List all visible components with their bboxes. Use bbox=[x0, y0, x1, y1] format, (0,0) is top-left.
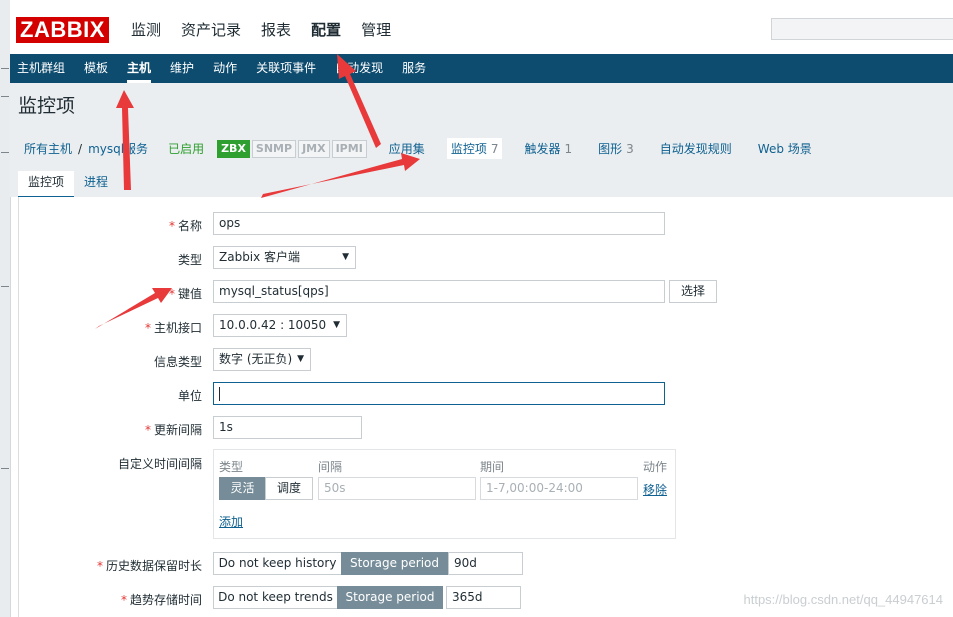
menu-administration[interactable]: 管理 bbox=[361, 20, 391, 40]
interval-input[interactable]: 50s bbox=[318, 477, 476, 500]
jmx-availability-badge: JMX bbox=[298, 139, 330, 158]
units-label: 单位 bbox=[177, 389, 202, 403]
chevron-down-icon: ▼ bbox=[333, 320, 340, 330]
breadcrumb-separator: / bbox=[78, 141, 83, 156]
zabbix-logo[interactable]: ZABBIX bbox=[16, 17, 109, 43]
update-interval-field[interactable]: 1s bbox=[213, 416, 362, 439]
intervals-action-header: 动作 bbox=[643, 460, 668, 474]
ipmi-availability-badge: IPMI bbox=[331, 139, 367, 158]
menu-configuration[interactable]: 配置 bbox=[311, 20, 341, 40]
history-value-field[interactable]: 90d bbox=[448, 552, 523, 575]
form-tab-preprocessing[interactable]: 进程 bbox=[74, 171, 118, 198]
page-header: 监控项 所有主机 / mysql服务 已启用 ZBX SNMP JMX IPMI… bbox=[10, 83, 953, 198]
name-field[interactable]: ops bbox=[213, 212, 665, 235]
period-input[interactable]: 1-7,00:00-24:00 bbox=[480, 477, 638, 500]
key-select-button[interactable]: 选择 bbox=[669, 280, 717, 303]
menu-monitoring[interactable]: 监测 bbox=[131, 20, 161, 40]
key-field[interactable]: mysql_status[qps] bbox=[213, 280, 665, 303]
custom-intervals-table: 类型 间隔 期间 动作 灵活 调度 50s 1-7,00:00-24:00 移除… bbox=[213, 449, 676, 539]
units-field[interactable] bbox=[213, 382, 665, 405]
form-tab-item[interactable]: 监控项 bbox=[18, 171, 75, 198]
watermark: https://blog.csdn.net/qq_44947614 bbox=[743, 592, 944, 607]
item-form: * 名称 ops 类型 Zabbix 客户端 ▼ * 键值 mysql_status[… bbox=[18, 197, 953, 617]
custom-intervals-label: 自定义时间间隔 bbox=[117, 457, 202, 471]
sub-navigation-bar: 主机群组 模板 主机 维护 动作 关联项事件 自动发现 服务 bbox=[10, 54, 953, 83]
submenu-event-correlation[interactable]: 关联项事件 bbox=[256, 61, 316, 76]
menu-inventory[interactable]: 资产记录 bbox=[181, 20, 241, 40]
info-type-select[interactable]: 数字 (无正负) ▼ bbox=[213, 348, 311, 371]
host-status[interactable]: 已启用 bbox=[168, 140, 204, 157]
chevron-down-icon: ▼ bbox=[342, 252, 349, 262]
history-storage-period[interactable]: Storage period bbox=[341, 552, 448, 575]
snmp-availability-badge: SNMP bbox=[251, 139, 297, 158]
submenu-maintenance[interactable]: 维护 bbox=[170, 61, 194, 76]
type-label: 类型 bbox=[177, 253, 202, 267]
search-input[interactable]: ⚲ bbox=[771, 18, 953, 40]
interval-type-flexible[interactable]: 灵活 bbox=[219, 477, 266, 500]
zbx-availability-badge: ZBX bbox=[217, 139, 250, 158]
remove-interval-link[interactable]: 移除 bbox=[643, 481, 667, 498]
all-hosts-link[interactable]: 所有主机 bbox=[24, 140, 72, 157]
tab-applications[interactable]: 应用集 bbox=[385, 138, 429, 159]
submenu-discovery[interactable]: 自动发现 bbox=[335, 61, 383, 76]
host-breadcrumb: 所有主机 / mysql服务 已启用 ZBX SNMP JMX IPMI 应用集… bbox=[24, 138, 834, 159]
main-menu: 监测 资产记录 报表 配置 管理 bbox=[131, 20, 411, 40]
menu-reports[interactable]: 报表 bbox=[261, 20, 291, 40]
host-interface-select[interactable]: 10.0.0.42 : 10050 ▼ bbox=[213, 314, 347, 337]
tab-web-scenarios[interactable]: Web 场景 bbox=[754, 138, 816, 159]
submenu-services[interactable]: 服务 bbox=[402, 61, 426, 76]
submenu-hosts[interactable]: 主机 bbox=[127, 61, 152, 83]
history-label: * 历史数据保留时长 bbox=[96, 559, 202, 573]
tab-triggers[interactable]: 触发器 1 bbox=[520, 138, 576, 159]
page-title: 监控项 bbox=[18, 95, 76, 117]
key-label: * 键值 bbox=[168, 287, 202, 301]
submenu-actions[interactable]: 动作 bbox=[213, 61, 237, 76]
intervals-period-header: 期间 bbox=[480, 460, 505, 474]
host-link[interactable]: mysql服务 bbox=[88, 140, 148, 157]
history-do-not-keep[interactable]: Do not keep history bbox=[213, 552, 342, 575]
tab-discovery-rules[interactable]: 自动发现规则 bbox=[656, 138, 736, 159]
name-label: * 名称 bbox=[168, 219, 202, 233]
add-interval-link[interactable]: 添加 bbox=[219, 513, 243, 530]
form-tabs: 监控项 进程 bbox=[18, 171, 118, 198]
chevron-down-icon: ▼ bbox=[297, 354, 304, 364]
trends-value-field[interactable]: 365d bbox=[446, 586, 521, 609]
submenu-host-groups[interactable]: 主机群组 bbox=[17, 61, 65, 76]
submenu-templates[interactable]: 模板 bbox=[84, 61, 108, 76]
intervals-type-header: 类型 bbox=[219, 460, 244, 474]
trends-label: * 趋势存储时间 bbox=[120, 593, 202, 607]
tab-graphs[interactable]: 图形 3 bbox=[594, 138, 638, 159]
host-interface-label: * 主机接口 bbox=[144, 321, 202, 335]
interval-type-scheduling[interactable]: 调度 bbox=[265, 477, 313, 500]
update-interval-label: * 更新间隔 bbox=[144, 423, 202, 437]
trends-storage-period[interactable]: Storage period bbox=[337, 586, 443, 609]
type-select[interactable]: Zabbix 客户端 ▼ bbox=[213, 246, 356, 269]
tab-items[interactable]: 监控项 7 bbox=[446, 138, 503, 159]
intervals-interval-header: 间隔 bbox=[318, 460, 343, 474]
trends-do-not-keep[interactable]: Do not keep trends bbox=[213, 586, 338, 609]
info-type-label: 信息类型 bbox=[153, 355, 202, 369]
top-navigation-bar: ZABBIX 监测 资产记录 报表 配置 管理 ⚲ bbox=[10, 0, 953, 55]
